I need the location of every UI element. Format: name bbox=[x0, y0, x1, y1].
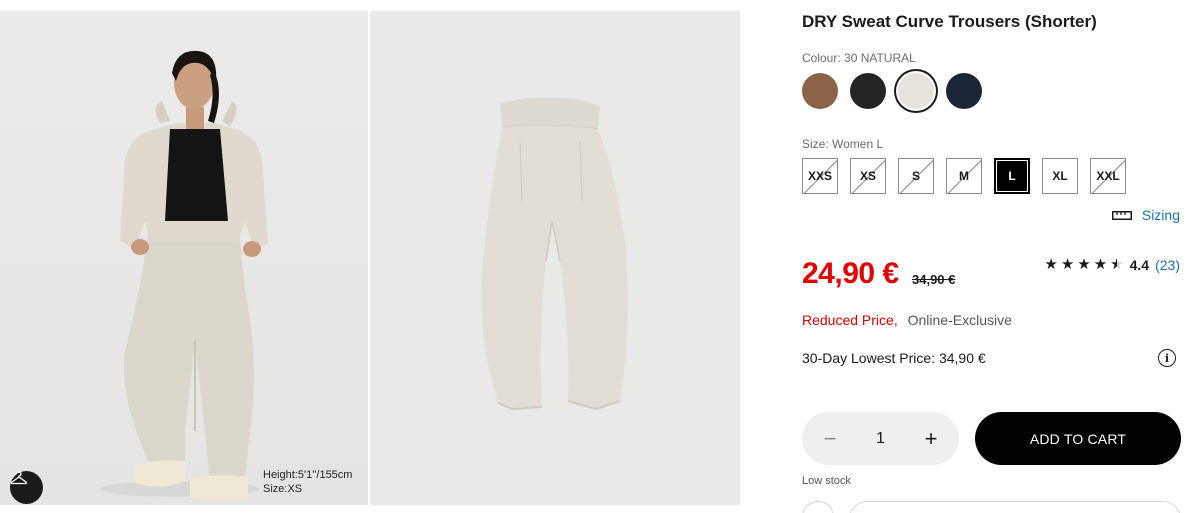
size-label-m: M bbox=[959, 169, 969, 183]
flat-product-photo[interactable] bbox=[370, 11, 740, 505]
size-xs[interactable]: XS bbox=[850, 158, 886, 194]
hanger-icon[interactable] bbox=[10, 471, 43, 504]
sale-price: 24,90 € bbox=[802, 257, 899, 290]
colour-label: Colour: 30 NATURAL bbox=[802, 51, 916, 65]
model-photo[interactable]: Height:5'1''/155cm Size:XS bbox=[0, 11, 368, 505]
quantity-increase-button[interactable]: + bbox=[921, 427, 941, 449]
star-icon: ★ bbox=[1060, 256, 1075, 273]
size-label-s: S bbox=[911, 169, 920, 183]
swatch-natural[interactable] bbox=[898, 73, 934, 109]
sizing-link-label: Sizing bbox=[1141, 207, 1180, 223]
model-size: Size:XS bbox=[263, 483, 303, 495]
size-xxl[interactable]: XXL bbox=[1090, 158, 1126, 194]
original-price: 34,90 € bbox=[912, 272, 956, 287]
review-count-link[interactable]: (23) bbox=[1155, 257, 1180, 273]
product-gallery: Height:5'1''/155cm Size:XS bbox=[0, 11, 740, 505]
rating[interactable]: ★ ★ ★ ★ ★ 4.4 (23) bbox=[1044, 256, 1180, 274]
online-exclusive-label: Online-Exclusive bbox=[907, 312, 1012, 328]
store-availability-button[interactable] bbox=[849, 501, 1181, 513]
size-label-l: L bbox=[1008, 169, 1016, 183]
lowest-price: 30-Day Lowest Price: 34,90 € bbox=[802, 350, 986, 366]
wishlist-button[interactable] bbox=[802, 501, 834, 513]
half-star-icon: ★ bbox=[1110, 257, 1123, 274]
sizing-link[interactable]: Sizing bbox=[1111, 207, 1180, 223]
model-height: Height:5'1''/155cm bbox=[263, 469, 353, 481]
model-illustration bbox=[100, 50, 268, 501]
star-icon: ★ bbox=[1093, 256, 1108, 273]
trousers-illustration bbox=[481, 97, 628, 411]
rating-value: 4.4 bbox=[1129, 257, 1150, 273]
reduced-price-label: Reduced Price, bbox=[802, 312, 898, 328]
star-icon: ★ bbox=[1044, 256, 1058, 273]
rating-stars: ★ ★ ★ ★ ★ bbox=[1044, 256, 1123, 274]
size-options: XXS XS S M L XL XXL bbox=[802, 158, 1126, 194]
model-info: Height:5'1''/155cm Size:XS bbox=[263, 468, 352, 496]
hanger-icon-glyph bbox=[10, 471, 28, 485]
size-xl[interactable]: XL bbox=[1042, 158, 1078, 194]
swatch-brown[interactable] bbox=[802, 73, 838, 109]
product-title: DRY Sweat Curve Trousers (Shorter) bbox=[802, 12, 1097, 31]
size-l[interactable]: L bbox=[994, 158, 1030, 194]
star-icon: ★ bbox=[1077, 256, 1091, 273]
size-label: Size: Women L bbox=[802, 137, 884, 151]
size-label-xxs: XXS bbox=[807, 169, 832, 183]
swatch-navy[interactable] bbox=[946, 73, 982, 109]
add-to-cart-button[interactable]: ADD TO CART bbox=[975, 412, 1181, 465]
size-label-xl: XL bbox=[1052, 169, 1068, 183]
quantity-stepper: − 1 + bbox=[802, 412, 959, 465]
stock-status: Low stock bbox=[802, 475, 851, 487]
quantity-value[interactable]: 1 bbox=[876, 430, 885, 448]
swatch-black[interactable] bbox=[850, 73, 886, 109]
info-icon[interactable]: i bbox=[1158, 349, 1176, 367]
promo-text: Reduced Price, Online-Exclusive bbox=[802, 312, 1012, 328]
product-panel: DRY Sweat Curve Trousers (Shorter) Colou… bbox=[802, 0, 1182, 513]
size-label-xxl: XXL bbox=[1096, 169, 1120, 183]
colour-swatches bbox=[802, 73, 982, 109]
size-s[interactable]: S bbox=[898, 158, 934, 194]
size-label-xs: XS bbox=[859, 169, 876, 183]
size-xxs[interactable]: XXS bbox=[802, 158, 838, 194]
ruler-icon bbox=[1111, 210, 1132, 220]
size-m[interactable]: M bbox=[946, 158, 982, 194]
quantity-decrease-button[interactable]: − bbox=[820, 427, 840, 449]
